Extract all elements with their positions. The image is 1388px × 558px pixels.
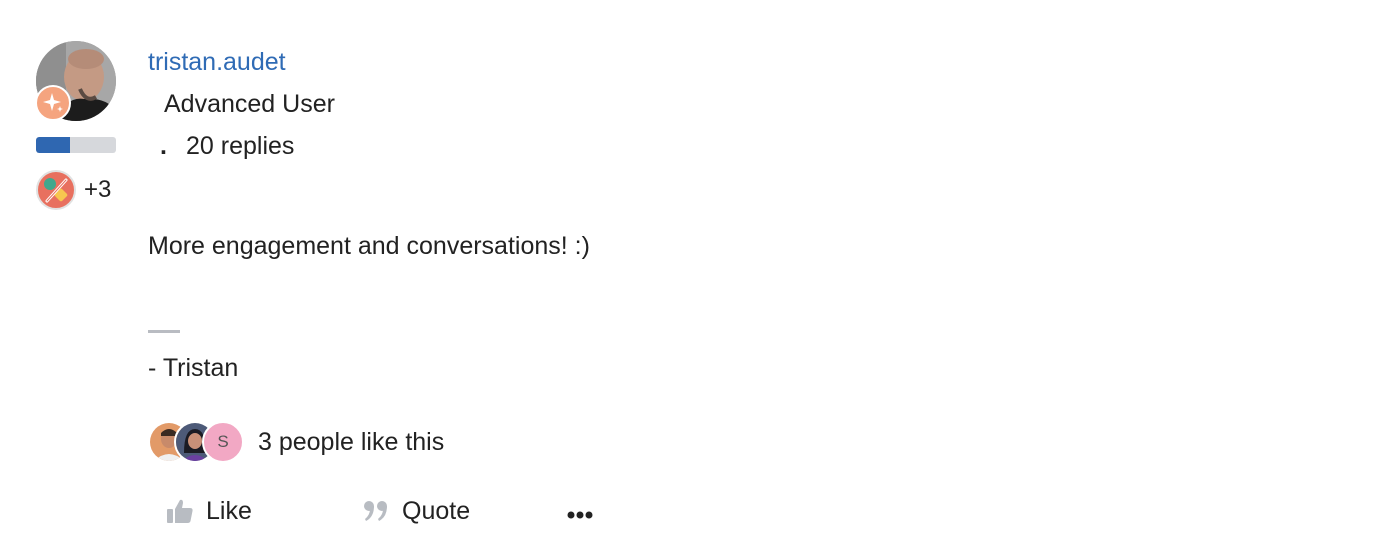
rank-progress-fill bbox=[36, 137, 70, 153]
liker-avatar-initial[interactable]: S bbox=[202, 421, 244, 463]
quote-label: Quote bbox=[402, 497, 471, 525]
author-rank: Advanced User bbox=[164, 90, 335, 118]
extra-badges-count[interactable]: +3 bbox=[84, 176, 111, 204]
more-options-button[interactable] bbox=[566, 500, 594, 530]
likes-summary[interactable]: 3 people like this bbox=[258, 427, 444, 457]
quote-icon bbox=[362, 497, 390, 525]
post-signature: - Tristan bbox=[148, 354, 239, 382]
author-username-link[interactable]: tristan.audet bbox=[148, 47, 286, 77]
more-dots-icon bbox=[566, 504, 594, 526]
author-reply-count: 20 replies bbox=[186, 132, 295, 160]
thumbs-up-icon bbox=[166, 497, 194, 525]
signature-divider bbox=[148, 330, 180, 333]
liker-initial: S bbox=[217, 432, 229, 451]
like-label: Like bbox=[206, 497, 252, 525]
quote-button[interactable]: Quote bbox=[362, 496, 470, 526]
rank-progress-bar bbox=[36, 137, 116, 153]
post-body: More engagement and conversations! :) bbox=[148, 232, 590, 260]
separator-dot: . bbox=[160, 132, 167, 160]
like-button[interactable]: Like bbox=[166, 496, 252, 526]
achievement-badge-icon[interactable] bbox=[36, 170, 76, 210]
rank-badge-sparkle-icon bbox=[35, 85, 71, 121]
likers-avatars[interactable]: S bbox=[148, 421, 244, 463]
